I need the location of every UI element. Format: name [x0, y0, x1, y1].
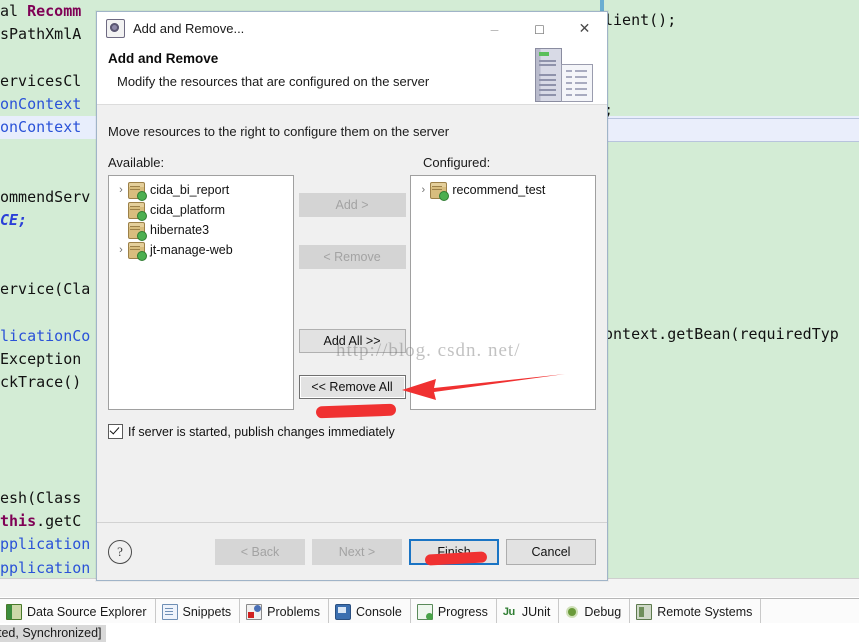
- code-right-line: lient();: [604, 11, 676, 29]
- add-and-remove-dialog: Add and Remove... – □ ✕ Add and Remove M…: [96, 11, 608, 581]
- view-tab-remote-systems[interactable]: Remote Systems: [630, 599, 761, 624]
- maximize-button[interactable]: □: [517, 12, 562, 45]
- list-item[interactable]: › cida_bi_report: [109, 180, 293, 200]
- project-icon: [128, 222, 145, 239]
- list-item[interactable]: cida_platform: [109, 200, 293, 220]
- console-icon: [335, 604, 351, 620]
- chevron-right-icon[interactable]: ›: [114, 244, 128, 256]
- remove-all-button[interactable]: << Remove All: [299, 375, 406, 399]
- transfer-buttons-column: Add > < Remove Add All >> << Remove All: [294, 175, 411, 410]
- project-icon: [128, 242, 145, 259]
- add-all-button[interactable]: Add All >>: [299, 329, 406, 353]
- project-icon: [128, 182, 145, 199]
- problems-icon: [246, 604, 262, 620]
- add-button[interactable]: Add >: [299, 193, 406, 217]
- help-icon[interactable]: ?: [108, 540, 132, 564]
- remove-button[interactable]: < Remove: [299, 245, 406, 269]
- dialog-title: Add and Remove...: [133, 21, 244, 36]
- view-tab-problems[interactable]: Problems: [240, 599, 329, 624]
- cancel-button[interactable]: Cancel: [506, 539, 596, 565]
- dialog-header: Add and Remove Modify the resources that…: [97, 45, 607, 105]
- project-icon: [430, 182, 447, 199]
- dialog-footer: ? < Back Next > Finish Cancel: [97, 522, 607, 580]
- list-item-label: cida_platform: [150, 203, 225, 217]
- debug-icon: [565, 605, 579, 619]
- footer-buttons: < Back Next > Finish Cancel: [208, 539, 596, 565]
- list-item[interactable]: › recommend_test: [411, 180, 595, 200]
- close-button[interactable]: ✕: [562, 12, 607, 45]
- view-tab-snippets[interactable]: Snippets: [156, 599, 241, 624]
- publish-immediately-label: If server is started, publish changes im…: [128, 425, 395, 439]
- list-item-label: cida_bi_report: [150, 183, 229, 197]
- chevron-right-icon[interactable]: ›: [416, 184, 430, 196]
- dialog-body: Move resources to the right to configure…: [97, 105, 607, 522]
- server-and-document-icon: [527, 42, 599, 104]
- project-icon: [128, 202, 145, 219]
- list-item-label: recommend_test: [452, 183, 545, 197]
- snippets-icon: [162, 604, 178, 620]
- view-tab-data-source-explorer[interactable]: Data Source Explorer: [0, 599, 156, 624]
- column-labels: Available: Configured:: [108, 155, 596, 170]
- list-item[interactable]: › jt-manage-web: [109, 240, 293, 260]
- dialog-titlebar[interactable]: Add and Remove... – □ ✕: [97, 12, 607, 45]
- status-text: ted, Synchronized]: [0, 625, 106, 642]
- progress-icon: [417, 604, 433, 620]
- view-tab-label: Snippets: [183, 605, 232, 619]
- window-controls: – □ ✕: [472, 12, 607, 45]
- view-tab-console[interactable]: Console: [329, 599, 411, 624]
- junit-icon: Ju: [503, 605, 517, 619]
- transfer-columns: › cida_bi_report cida_platform hibernate3 › j…: [108, 175, 596, 410]
- view-tab-label: Console: [356, 605, 402, 619]
- list-item-label: hibernate3: [150, 223, 209, 237]
- back-button[interactable]: < Back: [215, 539, 305, 565]
- available-label: Available:: [108, 155, 303, 170]
- code-right-getbean: ontext.getBean(requiredTyp: [604, 325, 839, 343]
- configured-list[interactable]: › recommend_test: [410, 175, 596, 410]
- view-tab-label: Debug: [584, 605, 621, 619]
- move-resources-hint: Move resources to the right to configure…: [108, 124, 596, 139]
- view-tab-label: Progress: [438, 605, 488, 619]
- view-tab-debug[interactable]: Debug: [559, 599, 630, 624]
- screen: al RecommsPathXmlAervicesClonContextonCo…: [0, 0, 859, 643]
- editor-highlight-band: [600, 118, 859, 142]
- publish-immediately-checkbox[interactable]: [108, 424, 123, 439]
- view-tab-label: Problems: [267, 605, 320, 619]
- chevron-right-icon[interactable]: ›: [114, 184, 128, 196]
- remote-systems-icon: [636, 604, 652, 620]
- list-item-label: jt-manage-web: [150, 243, 233, 257]
- view-tab-progress[interactable]: Progress: [411, 599, 497, 624]
- list-item[interactable]: hibernate3: [109, 220, 293, 240]
- publish-immediately-row[interactable]: If server is started, publish changes im…: [108, 424, 596, 439]
- data-source-explorer-icon: [6, 604, 22, 620]
- view-tab-label: Remote Systems: [657, 605, 752, 619]
- status-bar: ted, Synchronized]: [0, 623, 859, 643]
- next-button[interactable]: Next >: [312, 539, 402, 565]
- server-gear-icon: [106, 19, 125, 38]
- minimize-button[interactable]: –: [472, 12, 517, 45]
- view-tab-junit[interactable]: Ju JUnit: [497, 599, 559, 624]
- view-tab-label: JUnit: [522, 605, 550, 619]
- available-list[interactable]: › cida_bi_report cida_platform hibernate3 › j…: [108, 175, 294, 410]
- configured-label: Configured:: [423, 155, 490, 170]
- finish-button[interactable]: Finish: [409, 539, 499, 565]
- view-tab-label: Data Source Explorer: [27, 605, 147, 619]
- views-tab-bar: Data Source Explorer Snippets Problems Cons…: [0, 598, 859, 624]
